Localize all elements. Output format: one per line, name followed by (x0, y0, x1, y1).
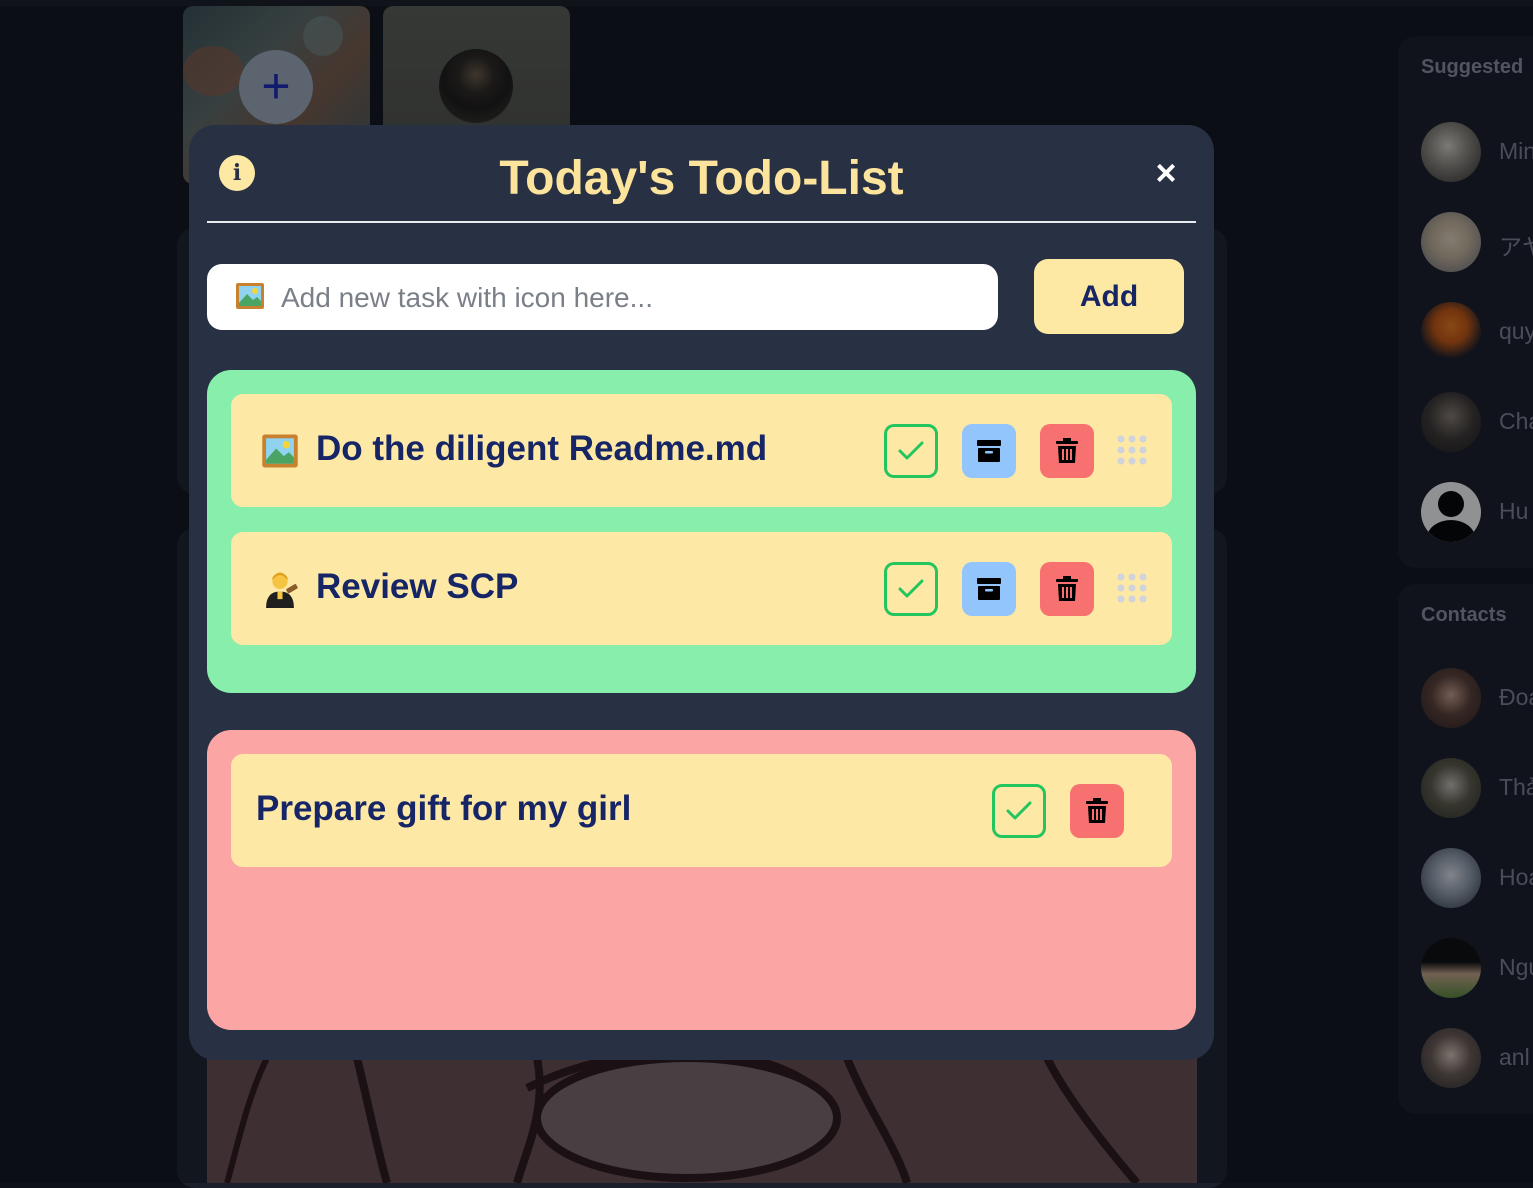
new-task-field[interactable] (207, 264, 998, 332)
modal-title: Today's Todo-List (499, 152, 904, 205)
delete-button[interactable] (1070, 784, 1124, 838)
delete-button[interactable] (1040, 562, 1094, 616)
add-story-button[interactable]: + (239, 50, 313, 124)
archive-button[interactable] (962, 424, 1016, 478)
task-item[interactable]: Prepare gift for my girl (231, 754, 1172, 867)
checkmark-icon (898, 579, 924, 598)
complete-button[interactable] (884, 562, 938, 616)
new-task-input[interactable] (279, 264, 983, 332)
archive-button[interactable] (962, 562, 1016, 616)
archive-box-icon (977, 440, 1001, 462)
task-item[interactable]: Review SCP (231, 532, 1172, 645)
close-icon[interactable]: × (1151, 155, 1181, 191)
task-label: Do the diligent Readme.md (316, 429, 768, 468)
task-label: Review SCP (316, 567, 519, 606)
done-tasks-zone: Prepare gift for my girl (207, 730, 1196, 1030)
complete-button[interactable] (884, 424, 938, 478)
framed-picture-icon (262, 434, 298, 468)
drag-handle-icon[interactable] (1116, 434, 1148, 466)
trash-icon (1056, 576, 1078, 601)
trash-icon (1056, 438, 1078, 463)
task-item[interactable]: Do the diligent Readme.md (231, 394, 1172, 507)
checkmark-icon (1006, 801, 1032, 820)
archive-box-icon (977, 578, 1001, 600)
trash-icon (1086, 798, 1108, 823)
delete-button[interactable] (1040, 424, 1094, 478)
active-tasks-zone: Do the diligent Readme.md Review SCP (207, 370, 1196, 693)
framed-picture-icon[interactable] (235, 281, 265, 311)
complete-button[interactable] (992, 784, 1046, 838)
task-label: Prepare gift for my girl (256, 789, 632, 828)
drag-handle-icon[interactable] (1116, 572, 1148, 604)
checkmark-icon (898, 441, 924, 460)
todo-modal: i Today's Todo-List × Add Do the diligen… (189, 125, 1214, 1060)
add-task-button[interactable]: Add (1034, 259, 1184, 334)
judge-icon (266, 572, 298, 608)
title-divider (207, 221, 1196, 223)
